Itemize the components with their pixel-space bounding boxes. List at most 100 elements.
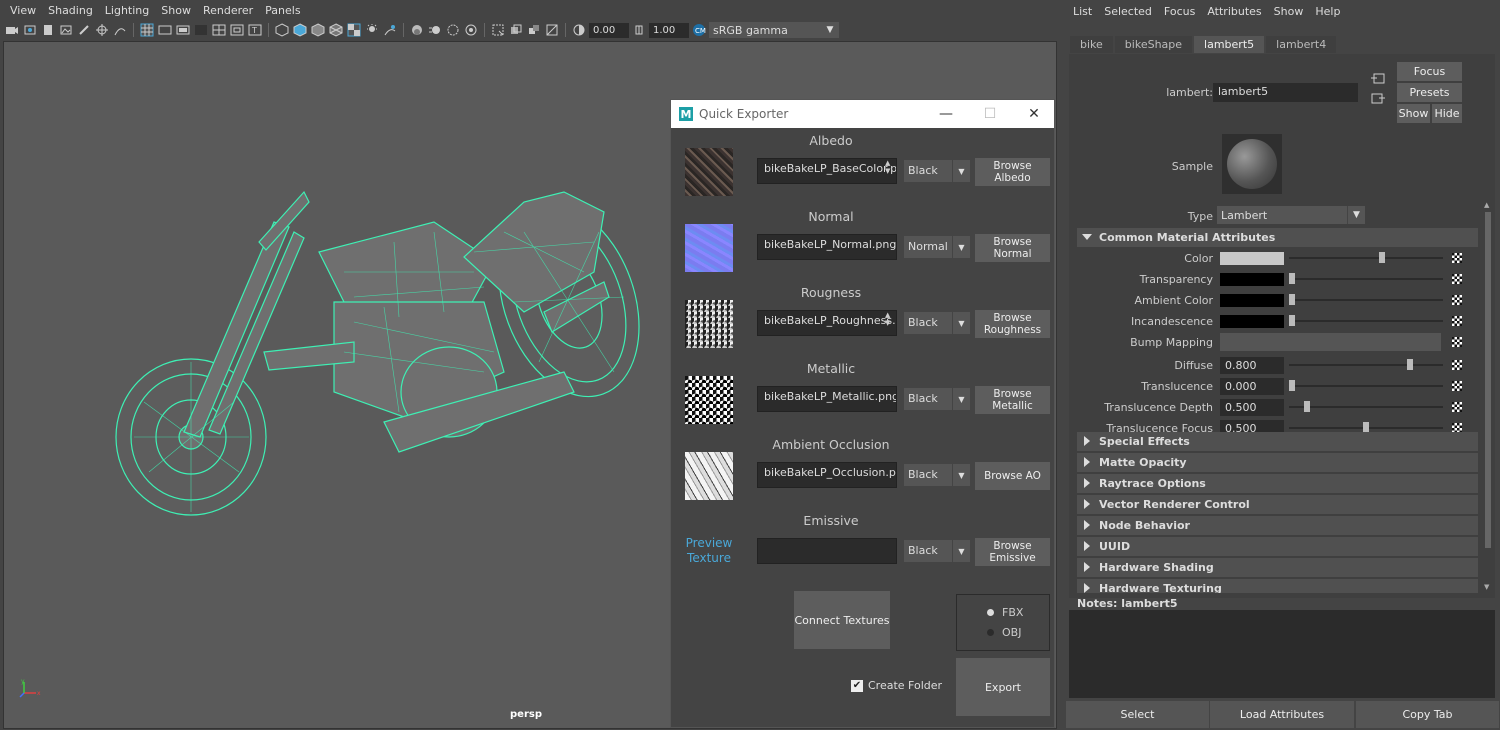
radio-fbx[interactable] [987, 609, 994, 616]
field-chart-icon[interactable] [211, 22, 227, 38]
node-name-field[interactable]: lambert5 [1213, 83, 1358, 102]
type-select[interactable]: Lambert ▼ [1217, 206, 1365, 224]
exposure-field[interactable]: 0.00 [589, 22, 629, 38]
attribute-value-field[interactable]: 0.500 [1220, 399, 1284, 416]
channel-select[interactable]: Normal ▼ [904, 236, 970, 258]
gate-mask-icon[interactable] [193, 22, 209, 38]
section-header-hardware-shading[interactable]: Hardware Shading [1077, 558, 1478, 577]
grid-icon[interactable] [139, 22, 155, 38]
2d-pan-zoom-icon[interactable] [94, 22, 110, 38]
attribute-slider-knob[interactable] [1289, 315, 1295, 326]
map-texture-icon[interactable] [1452, 402, 1462, 412]
xray-active-icon[interactable] [526, 22, 542, 38]
menu-panels[interactable]: Panels [259, 4, 306, 17]
texture-path-field[interactable]: bikeBakeLP_Normal.png [757, 234, 897, 260]
depth-of-field-icon[interactable] [463, 22, 479, 38]
isolate-select-icon[interactable] [490, 22, 506, 38]
scroll-down-icon[interactable]: ▼ [1484, 583, 1489, 591]
map-texture-icon[interactable] [1452, 381, 1462, 391]
attribute-value-field[interactable]: 0.800 [1220, 357, 1284, 374]
texture-thumbnail[interactable] [685, 224, 733, 272]
ambient-occlusion-icon[interactable] [409, 22, 425, 38]
notes-textarea[interactable] [1069, 610, 1495, 698]
section-header-matte-opacity[interactable]: Matte Opacity [1077, 453, 1478, 472]
menu-focus[interactable]: Focus [1158, 5, 1201, 18]
menu-show[interactable]: Show [1268, 5, 1310, 18]
texture-path-field[interactable]: bikeBakeLP_Metallic.png [757, 386, 897, 412]
texture-thumbnail[interactable] [685, 452, 733, 500]
create-folder-checkbox[interactable]: ✔ [851, 679, 863, 692]
load-attributes-button[interactable]: Load Attributes [1210, 701, 1354, 728]
browse-button[interactable]: Browse Metallic [975, 386, 1050, 414]
format-option-obj[interactable]: OBJ [987, 626, 1021, 639]
channel-select[interactable]: Black ▼ [904, 312, 970, 334]
common-material-attributes-header[interactable]: Common Material Attributes [1077, 228, 1478, 247]
browse-button[interactable]: Browse Roughness [975, 310, 1050, 338]
bookmark-icon[interactable] [40, 22, 56, 38]
input-connections-icon[interactable] [1370, 72, 1386, 89]
format-option-fbx[interactable]: FBX [987, 606, 1023, 619]
presets-button[interactable]: Presets [1397, 83, 1462, 102]
attribute-slider-knob[interactable] [1407, 359, 1413, 370]
menu-list[interactable]: List [1067, 5, 1098, 18]
channel-select[interactable]: Black ▼ [904, 464, 970, 486]
color-space-select[interactable]: sRGB gamma ▼ [709, 22, 839, 38]
attribute-slider-track[interactable] [1289, 364, 1443, 366]
map-texture-icon[interactable] [1452, 274, 1462, 284]
section-header-hardware-texturing[interactable]: Hardware Texturing [1077, 579, 1478, 593]
select-button[interactable]: Select [1066, 701, 1209, 728]
texture-thumbnail[interactable] [685, 148, 733, 196]
section-header-vector-renderer-control[interactable]: Vector Renderer Control [1077, 495, 1478, 514]
attribute-scrollbar[interactable]: ▲ ▼ [1483, 201, 1493, 591]
texture-path-field[interactable]: bikeBakeLP_BaseColor.png [757, 158, 897, 184]
preview-texture-link[interactable]: Preview Texture [683, 536, 735, 566]
smooth-shade-icon[interactable] [292, 22, 308, 38]
focus-button[interactable]: Focus [1397, 62, 1462, 81]
show-button[interactable]: Show [1397, 104, 1430, 123]
export-button[interactable]: Export [956, 658, 1050, 716]
wireframe-on-shaded-icon[interactable] [310, 22, 326, 38]
grease-pencil-icon[interactable] [76, 22, 92, 38]
attribute-slider-knob[interactable] [1289, 294, 1295, 305]
texture-thumbnail[interactable] [685, 300, 733, 348]
attribute-slider-knob[interactable] [1289, 273, 1295, 284]
connect-textures-button[interactable]: Connect Textures [794, 591, 890, 649]
xray-icon[interactable] [508, 22, 524, 38]
window-titlebar[interactable]: M Quick Exporter — ☐ ✕ [671, 100, 1054, 128]
motion-blur-icon[interactable] [427, 22, 443, 38]
menu-show[interactable]: Show [155, 4, 197, 17]
textured-icon[interactable] [328, 22, 344, 38]
channel-select[interactable]: Black ▼ [904, 160, 970, 182]
output-connections-icon[interactable] [1370, 92, 1386, 109]
attribute-slider-track[interactable] [1289, 278, 1443, 280]
map-texture-icon[interactable] [1452, 316, 1462, 326]
map-texture-icon[interactable] [1452, 337, 1462, 347]
resolution-gate-icon[interactable] [175, 22, 191, 38]
channel-select[interactable]: Black ▼ [904, 540, 970, 562]
bump-map-field[interactable] [1220, 333, 1441, 351]
texture-thumbnail[interactable] [685, 376, 733, 424]
create-folder-option[interactable]: ✔ Create Folder [851, 679, 942, 692]
menu-help[interactable]: Help [1309, 5, 1346, 18]
checker-icon[interactable] [346, 22, 362, 38]
attribute-slider-track[interactable] [1289, 257, 1443, 259]
maximize-icon[interactable]: ☐ [968, 100, 1012, 128]
menu-view[interactable]: View [4, 4, 42, 17]
menu-attributes[interactable]: Attributes [1201, 5, 1267, 18]
attribute-slider-knob[interactable] [1304, 401, 1310, 412]
anti-aliasing-icon[interactable] [445, 22, 461, 38]
map-texture-icon[interactable] [1452, 253, 1462, 263]
color-management-icon[interactable]: CM [691, 22, 707, 38]
hide-button[interactable]: Hide [1432, 104, 1462, 123]
attribute-slider-track[interactable] [1289, 406, 1443, 408]
motion-trail-icon[interactable] [112, 22, 128, 38]
texture-path-field[interactable]: bikeBakeLP_Roughness.png [757, 310, 897, 336]
scrollbar-thumb[interactable] [1485, 212, 1491, 548]
channel-select[interactable]: Black ▼ [904, 388, 970, 410]
color-swatch[interactable] [1220, 294, 1284, 307]
map-texture-icon[interactable] [1452, 295, 1462, 305]
attribute-slider-track[interactable] [1289, 385, 1443, 387]
browse-button[interactable]: Browse Normal [975, 234, 1050, 262]
color-swatch[interactable] [1220, 252, 1284, 265]
material-sample-swatch[interactable] [1222, 134, 1282, 194]
